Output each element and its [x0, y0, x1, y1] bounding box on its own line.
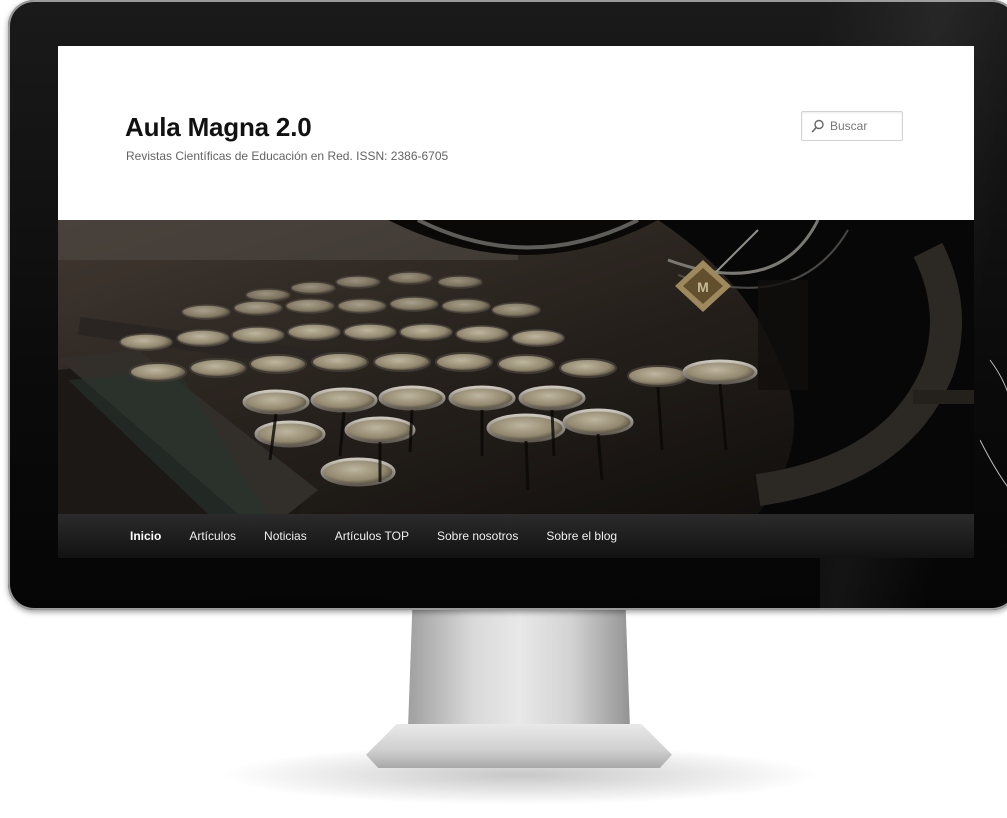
browser-screen: Aula Magna 2.0 Revistas Científicas de E… — [58, 46, 974, 558]
nav-item-inicio[interactable]: Inicio — [130, 529, 161, 543]
site-tagline: Revistas Científicas de Educación en Red… — [126, 149, 449, 163]
main-navigation: Inicio Artículos Noticias Artículos TOP … — [58, 514, 974, 558]
hero-banner-image: M — [58, 220, 974, 514]
nav-item-sobre-el-blog[interactable]: Sobre el blog — [546, 529, 617, 543]
monitor-stand-neck — [407, 610, 631, 738]
monitor-cable — [980, 359, 1007, 487]
search-icon — [811, 117, 829, 135]
search-input[interactable] — [829, 119, 900, 133]
nav-item-sobre-nosotros[interactable]: Sobre nosotros — [437, 529, 518, 543]
nav-item-articulos[interactable]: Artículos — [189, 529, 236, 543]
site-title[interactable]: Aula Magna 2.0 — [125, 112, 312, 143]
nav-item-noticias[interactable]: Noticias — [264, 529, 307, 543]
monitor-stand-base — [366, 724, 672, 768]
search-box[interactable] — [801, 111, 903, 141]
nav-item-articulos-top[interactable]: Artículos TOP — [335, 529, 409, 543]
site-header: Aula Magna 2.0 Revistas Científicas de E… — [58, 46, 974, 220]
